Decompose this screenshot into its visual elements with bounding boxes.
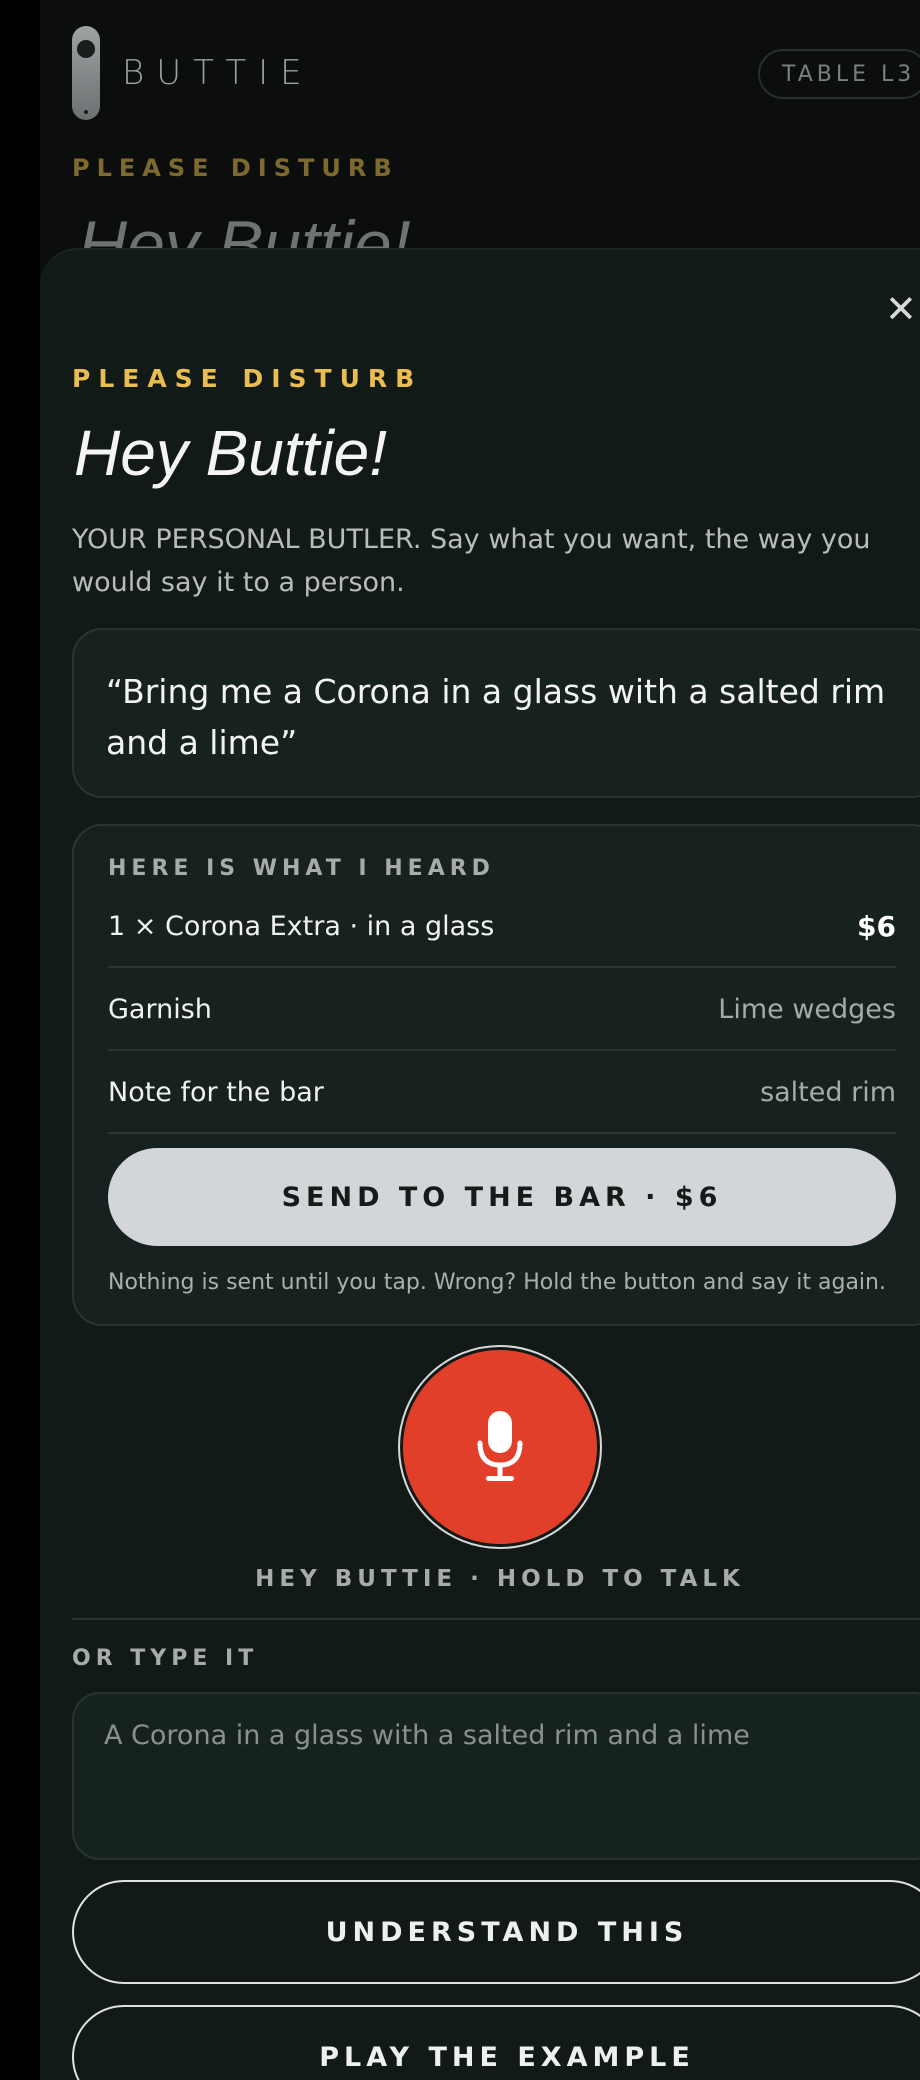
garnish-value: Lime wedges: [718, 993, 896, 1025]
table-badge[interactable]: TABLE L3: [758, 49, 920, 99]
bar-note-row: Note for the bar salted rim: [108, 1052, 896, 1134]
garnish-label: Garnish: [108, 993, 212, 1025]
play-example-button[interactable]: PLAY THE EXAMPLE: [72, 2005, 920, 2080]
understand-this-button[interactable]: UNDERSTAND THIS: [72, 1880, 920, 1984]
example-quote-text: “Bring me a Corona in a glass with a sal…: [106, 672, 886, 762]
microphone-icon: [477, 1411, 523, 1481]
order-item-price: $6: [857, 909, 896, 943]
mic-button-ring[interactable]: [398, 1345, 602, 1549]
bar-note-label: Note for the bar: [108, 1076, 324, 1108]
send-to-bar-button[interactable]: SEND TO THE BAR · $6: [108, 1148, 896, 1246]
send-note: Nothing is sent until you tap. Wrong? Ho…: [108, 1270, 886, 1295]
order-item-label: 1 × Corona Extra · in a glass: [108, 910, 495, 942]
sheet-title: Hey Buttie!: [74, 417, 388, 489]
example-quote-card: “Bring me a Corona in a glass with a sal…: [72, 628, 920, 798]
sheet-subtitle: YOUR PERSONAL BUTLER. Say what you want,…: [72, 524, 871, 598]
order-item-row: 1 × Corona Extra · in a glass $6: [108, 886, 896, 968]
brand-name: BUTTIE: [122, 53, 314, 93]
brand-logo: BUTTIE: [72, 26, 314, 120]
buttie-logo-icon: [72, 26, 100, 120]
hold-to-talk-label: HEY BUTTIE · HOLD TO TALK: [0, 1566, 920, 1592]
garnish-row: Garnish Lime wedges: [108, 969, 896, 1051]
heard-summary-card: HERE IS WHAT I HEARD 1 × Corona Extra · …: [72, 824, 920, 1326]
close-button[interactable]: ✕: [885, 290, 917, 328]
hold-to-talk-text: HEY BUTTIE · HOLD TO TALK: [255, 1566, 745, 1592]
heard-title: HERE IS WHAT I HEARD: [108, 856, 495, 881]
section-divider: [72, 1618, 920, 1620]
hold-to-talk-button[interactable]: [403, 1350, 597, 1544]
sheet-eyebrow: PLEASE DISTURB: [72, 364, 423, 393]
order-text-input[interactable]: [72, 1692, 920, 1860]
background-eyebrow: PLEASE DISTURB: [72, 154, 399, 182]
type-it-label: OR TYPE IT: [72, 1646, 259, 1671]
bar-note-value: salted rim: [760, 1076, 896, 1108]
